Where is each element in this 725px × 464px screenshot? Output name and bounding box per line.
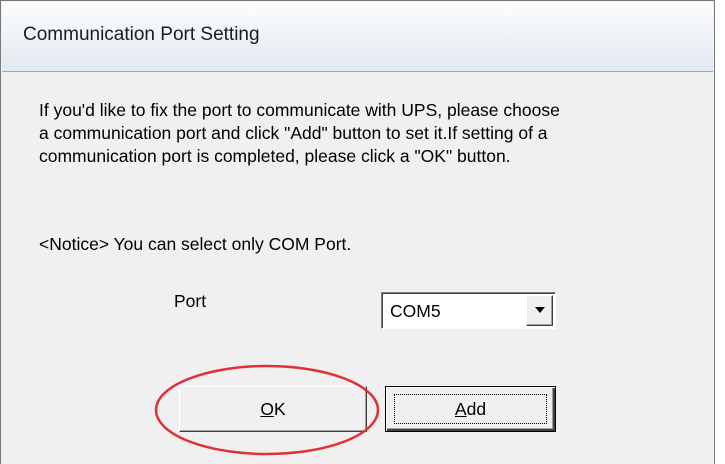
instruction-line: a communication port and click "Add" but…: [39, 123, 548, 143]
port-select-value: COM5: [390, 301, 441, 321]
add-button-mnemonic: A: [454, 399, 467, 419]
port-select[interactable]: COM5: [381, 292, 556, 329]
port-dropdown-button[interactable]: [526, 295, 553, 326]
screenshot-stage: Communication Port Setting If you'd like…: [0, 0, 725, 464]
ok-button[interactable]: OK: [179, 386, 367, 432]
dialog-titlebar[interactable]: Communication Port Setting: [2, 2, 713, 72]
ok-button-label: OK: [180, 399, 366, 420]
port-label: Port: [174, 291, 207, 311]
instruction-message: If you'd like to fix the port to communi…: [39, 99, 560, 168]
add-button-label-rest: dd: [466, 399, 487, 419]
add-button-label: Add: [386, 399, 555, 420]
communication-port-dialog: Communication Port Setting If you'd like…: [0, 0, 715, 464]
instruction-line: communication port is completed, please …: [39, 146, 511, 166]
instruction-line: If you'd like to fix the port to communi…: [39, 100, 560, 120]
add-button[interactable]: Add: [385, 386, 556, 432]
dialog-title: Communication Port Setting: [23, 24, 260, 45]
ok-button-label-rest: K: [273, 399, 286, 419]
ok-button-mnemonic: O: [260, 399, 274, 419]
chevron-down-icon: [535, 307, 545, 313]
notice-text: <Notice> You can select only COM Port.: [39, 234, 352, 254]
